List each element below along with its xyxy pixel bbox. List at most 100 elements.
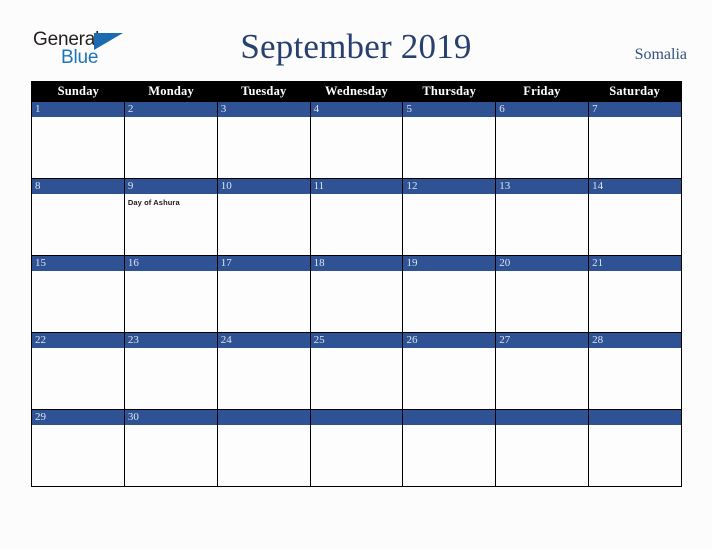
day-number: 14 bbox=[589, 179, 682, 194]
day-number: 8 bbox=[32, 179, 124, 194]
weekday-header-monday: Monday bbox=[148, 84, 194, 98]
day-events bbox=[125, 271, 217, 332]
calendar-week-row: 22 23 24 25 26 27 28 bbox=[32, 332, 682, 409]
day-number: 9 bbox=[124, 179, 217, 194]
day-cell-25[interactable]: 25 bbox=[309, 332, 403, 409]
day-cell-5[interactable]: 5 bbox=[402, 101, 496, 178]
day-events bbox=[125, 348, 217, 409]
day-cell-4[interactable]: 4 bbox=[309, 101, 403, 178]
day-cell-21[interactable]: 21 bbox=[588, 255, 682, 332]
day-events bbox=[125, 425, 217, 486]
day-events: Day of Ashura bbox=[125, 194, 217, 255]
day-events bbox=[218, 348, 310, 409]
day-events bbox=[311, 194, 403, 255]
day-number: 1 bbox=[32, 102, 124, 117]
day-events bbox=[125, 117, 217, 178]
day-number: 7 bbox=[589, 102, 682, 117]
day-events bbox=[32, 194, 124, 255]
day-events bbox=[589, 425, 681, 486]
weekday-header-sunday: Sunday bbox=[57, 84, 100, 98]
day-number: 25 bbox=[310, 333, 403, 348]
day-cell-28[interactable]: 28 bbox=[588, 332, 682, 409]
day-number: 16 bbox=[124, 256, 217, 271]
day-cell-empty[interactable] bbox=[402, 409, 496, 486]
day-cell-7[interactable]: 7 bbox=[588, 101, 682, 178]
day-cell-6[interactable]: 6 bbox=[495, 101, 589, 178]
holiday-label: Day of Ashura bbox=[127, 198, 180, 207]
day-cell-14[interactable]: 14 bbox=[588, 178, 682, 255]
day-events bbox=[32, 117, 124, 178]
day-events bbox=[218, 117, 310, 178]
day-cell-3[interactable]: 3 bbox=[216, 101, 310, 178]
day-cell-12[interactable]: 12 bbox=[402, 178, 496, 255]
day-events bbox=[32, 271, 124, 332]
day-cell-9[interactable]: 9 Day of Ashura bbox=[123, 178, 217, 255]
day-cell-26[interactable]: 26 bbox=[402, 332, 496, 409]
day-events bbox=[311, 348, 403, 409]
day-cell-20[interactable]: 20 bbox=[495, 255, 589, 332]
weekday-header-wednesday: Wednesday bbox=[325, 84, 388, 98]
weekday-header-saturday: Saturday bbox=[609, 84, 661, 98]
day-number: 21 bbox=[589, 256, 682, 271]
day-number: 4 bbox=[310, 102, 403, 117]
day-events bbox=[496, 348, 588, 409]
page-header: General Blue September 2019 Somalia bbox=[0, 0, 712, 78]
day-number: 20 bbox=[496, 256, 589, 271]
day-number: 15 bbox=[32, 256, 124, 271]
day-cell-18[interactable]: 18 bbox=[309, 255, 403, 332]
day-events bbox=[32, 348, 124, 409]
weekday-header-friday: Friday bbox=[523, 84, 561, 98]
day-cell-8[interactable]: 8 bbox=[32, 178, 124, 255]
day-events bbox=[403, 348, 495, 409]
day-cell-10[interactable]: 10 bbox=[216, 178, 310, 255]
calendar-week-row: 1234567 bbox=[32, 101, 682, 178]
day-number: 28 bbox=[589, 333, 682, 348]
day-cell-24[interactable]: 24 bbox=[216, 332, 310, 409]
day-cell-13[interactable]: 13 bbox=[495, 178, 589, 255]
day-cell-22[interactable]: 22 bbox=[32, 332, 124, 409]
day-number bbox=[496, 410, 589, 425]
calendar-week-row: 8 9 Day of Ashura 10 11 12 13 14 bbox=[32, 178, 682, 255]
day-events bbox=[218, 425, 310, 486]
day-cell-17[interactable]: 17 bbox=[216, 255, 310, 332]
calendar-week-row: 15 16 17 18 19 20 21 bbox=[32, 255, 682, 332]
day-number: 17 bbox=[217, 256, 310, 271]
day-cell-empty[interactable] bbox=[588, 409, 682, 486]
day-number: 24 bbox=[217, 333, 310, 348]
region-label: Somalia bbox=[634, 46, 687, 63]
day-cell-empty[interactable] bbox=[495, 409, 589, 486]
day-number: 5 bbox=[403, 102, 496, 117]
day-events bbox=[589, 117, 681, 178]
day-cell-15[interactable]: 15 bbox=[32, 255, 124, 332]
day-events bbox=[311, 271, 403, 332]
day-number: 12 bbox=[403, 179, 496, 194]
day-number: 30 bbox=[124, 410, 217, 425]
day-cell-empty[interactable] bbox=[216, 409, 310, 486]
day-events bbox=[496, 194, 588, 255]
day-cell-27[interactable]: 27 bbox=[495, 332, 589, 409]
day-number: 2 bbox=[124, 102, 217, 117]
day-events bbox=[496, 271, 588, 332]
day-cell-19[interactable]: 19 bbox=[402, 255, 496, 332]
day-cell-11[interactable]: 11 bbox=[309, 178, 403, 255]
calendar-weeks: 1 2 3 4 5 6 7 8 9 Day of Ashura 10 11 12 13 14 15 16 17 18… bbox=[32, 101, 682, 486]
day-number: 27 bbox=[496, 333, 589, 348]
day-cell-2[interactable]: 2 bbox=[123, 101, 217, 178]
day-cell-empty[interactable] bbox=[309, 409, 403, 486]
day-cell-23[interactable]: 23 bbox=[123, 332, 217, 409]
day-cell-16[interactable]: 16 bbox=[123, 255, 217, 332]
day-cell-30[interactable]: 30 bbox=[123, 409, 217, 486]
day-number bbox=[217, 410, 310, 425]
day-events bbox=[496, 425, 588, 486]
day-number: 19 bbox=[403, 256, 496, 271]
day-cell-1[interactable]: 1 bbox=[32, 101, 124, 178]
day-events bbox=[32, 425, 124, 486]
weekday-header-thursday: Thursday bbox=[422, 84, 477, 98]
calendar-grid: Sunday Monday Tuesday Wednesday Thursday Frid… bbox=[31, 81, 682, 487]
day-number: 18 bbox=[310, 256, 403, 271]
day-number: 29 bbox=[32, 410, 124, 425]
weekday-header-row: Sunday Monday Tuesday Wednesday Thursday Frid… bbox=[32, 81, 681, 101]
calendar-week-row: 29 30 bbox=[32, 409, 682, 486]
day-events bbox=[403, 194, 495, 255]
day-cell-29[interactable]: 29 bbox=[32, 409, 124, 486]
